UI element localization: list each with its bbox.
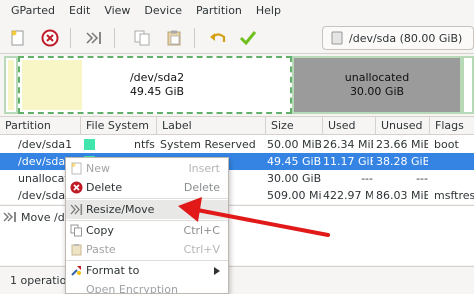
device-label: /dev/sda (80.00 GiB)	[349, 31, 463, 45]
menu-item-accelerator: Ctrl+V	[183, 243, 220, 256]
paste-button[interactable]	[162, 26, 186, 50]
device-selector[interactable]: /dev/sda (80.00 GiB)	[322, 26, 474, 50]
cell-size: 49.45 GiB	[267, 155, 321, 168]
menu-edit[interactable]: Edit	[62, 0, 97, 22]
used-space-bar	[22, 60, 82, 110]
menu-item-paste[interactable]: Paste Ctrl+V	[66, 240, 228, 259]
menu-item-format-to[interactable]: Format to	[66, 261, 228, 280]
cell-unused: 86.03 MiB	[376, 189, 428, 202]
resize-icon	[86, 32, 101, 44]
paste-icon	[71, 244, 82, 256]
operation-item[interactable]: Move /de	[0, 208, 71, 226]
cell-size: 50.00 MiB	[267, 138, 321, 151]
col-unused[interactable]: Unused	[376, 117, 430, 135]
cell-unused: 23.66 MiB	[376, 138, 428, 151]
menu-device[interactable]: Device	[137, 0, 189, 22]
menu-item-resize-move[interactable]: Resize/Move	[66, 200, 228, 219]
menubar: GParted Edit View Device Partition Help	[0, 0, 474, 22]
undo-button[interactable]	[206, 26, 230, 50]
cell-used: 422.97 MiB	[323, 189, 373, 202]
diskmap-partition-sda1[interactable]	[4, 56, 18, 114]
menu-item-label: Delete	[86, 181, 123, 194]
cell-unused: ---	[416, 172, 428, 185]
cell-label: System Reserved	[160, 138, 256, 151]
new-icon	[11, 30, 24, 46]
menu-item-label: Copy	[86, 224, 114, 237]
cell-flags: boot	[434, 138, 459, 151]
menu-item-copy[interactable]: Copy Ctrl+C	[66, 221, 228, 240]
disk-icon	[331, 31, 343, 45]
diskmap-unallocated[interactable]: unallocated 30.00 GiB	[292, 56, 462, 114]
delete-partition-button[interactable]	[38, 26, 62, 50]
cell-size: 30.00 GiB	[267, 172, 321, 185]
menu-item-label: Format to	[86, 264, 140, 277]
cell-unused: 38.28 GiB	[376, 155, 428, 168]
toolbar-separator	[194, 28, 195, 48]
menu-item-accelerator: Insert	[188, 162, 220, 175]
menu-separator	[66, 198, 228, 199]
disk-map: /dev/sda2 49.45 GiB unallocated 30.00 Gi…	[0, 56, 474, 114]
diskmap-partition-sda3[interactable]	[462, 56, 474, 114]
resize-icon	[3, 212, 16, 222]
diskmap-partition-sda2[interactable]: /dev/sda2 49.45 GiB	[18, 56, 292, 114]
delete-icon	[70, 181, 83, 194]
toolbar: /dev/sda (80.00 GiB)	[0, 22, 474, 54]
paste-icon	[167, 30, 181, 46]
col-filesystem[interactable]: File System	[81, 117, 157, 135]
menu-item-delete[interactable]: Delete Delete	[66, 178, 228, 197]
filesystem-color-swatch	[84, 139, 95, 150]
cell-used: 11.17 GiB	[323, 155, 373, 168]
undo-icon	[210, 33, 226, 42]
resize-icon	[70, 204, 83, 215]
copy-button[interactable]	[130, 26, 154, 50]
apply-button[interactable]	[236, 26, 260, 50]
new-partition-button[interactable]	[6, 26, 30, 50]
toolbar-separator	[114, 28, 115, 48]
cell-partition: /dev/sda3	[18, 189, 73, 202]
cell-size: 509.00 MiB	[267, 189, 321, 202]
diskmap-sda2-size: 49.45 GiB	[129, 85, 185, 98]
menu-item-accelerator: Delete	[183, 181, 220, 194]
checkmark-icon	[239, 31, 257, 46]
col-used[interactable]: Used	[323, 117, 376, 135]
menu-item-label: New	[86, 162, 110, 175]
col-flags[interactable]: Flags	[430, 117, 474, 135]
submenu-arrow-icon	[214, 267, 220, 275]
cell-filesystem: ntfs	[134, 138, 155, 151]
diskmap-unallocated-name: unallocated	[344, 71, 410, 84]
menu-help[interactable]: Help	[249, 0, 288, 22]
format-icon	[71, 266, 81, 276]
menu-partition[interactable]: Partition	[189, 0, 249, 22]
diskmap-unallocated-size: 30.00 GiB	[349, 85, 405, 98]
menu-item-new[interactable]: New Insert	[66, 159, 228, 178]
menu-item-open-encryption[interactable]: Open Encryption	[66, 280, 228, 294]
cell-used: 26.34 MiB	[323, 138, 373, 151]
diskmap-sda2-name: /dev/sda2	[129, 71, 185, 84]
new-icon	[71, 162, 82, 175]
cell-used: ---	[361, 172, 373, 185]
resize-move-button[interactable]	[82, 26, 106, 50]
table-header: Partition File System Label Size Used Un…	[0, 117, 474, 135]
col-partition[interactable]: Partition	[0, 117, 81, 135]
menu-item-accelerator: Ctrl+C	[183, 224, 220, 237]
copy-icon	[134, 30, 150, 46]
menu-view[interactable]: View	[97, 0, 137, 22]
status-text: 1 operation	[10, 274, 74, 287]
menu-item-label: Resize/Move	[86, 203, 155, 216]
context-menu: New Insert Delete Delete Resize/Move Cop…	[65, 157, 229, 294]
menu-item-label: Paste	[86, 243, 116, 256]
delete-icon	[41, 29, 59, 47]
table-row[interactable]: /dev/sda1 ntfs System Reserved 50.00 MiB…	[0, 136, 474, 153]
copy-icon	[70, 224, 82, 237]
col-label[interactable]: Label	[157, 117, 266, 135]
operation-label: Move /de	[21, 210, 72, 224]
cell-flags: msftres	[434, 189, 474, 202]
cell-partition: /dev/sda1	[18, 138, 73, 151]
col-size[interactable]: Size	[266, 117, 323, 135]
toolbar-separator	[70, 28, 71, 48]
cell-partition: /dev/sda2	[18, 155, 73, 168]
menu-item-label: Open Encryption	[86, 283, 178, 294]
menu-gparted[interactable]: GParted	[4, 0, 62, 22]
